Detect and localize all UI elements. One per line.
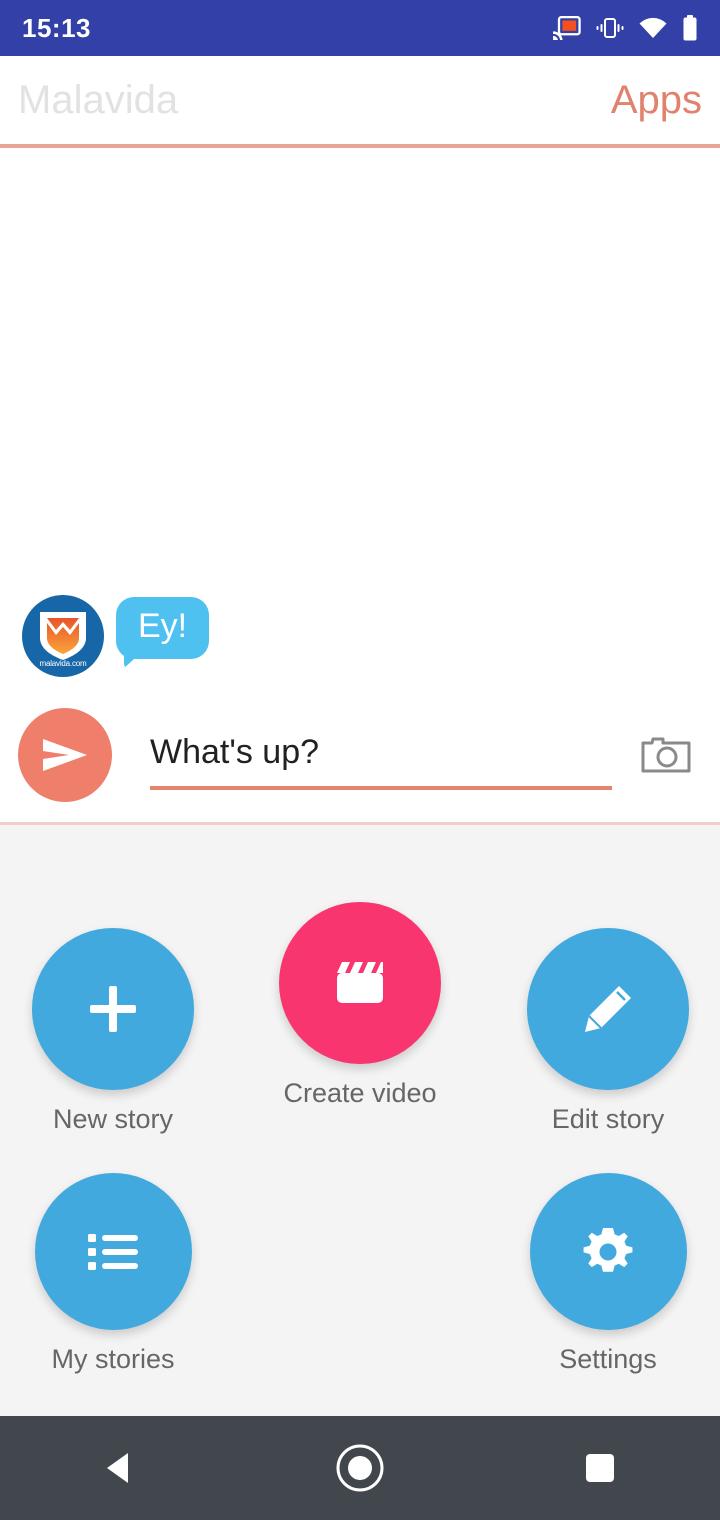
new-story-label: New story bbox=[52, 1104, 174, 1134]
status-icon-group bbox=[553, 15, 698, 41]
send-icon bbox=[43, 739, 87, 771]
avatar-caption: malavida.com bbox=[39, 659, 87, 668]
new-story-button[interactable] bbox=[32, 928, 194, 1090]
apps-button[interactable]: Apps bbox=[611, 78, 702, 123]
input-underline bbox=[150, 786, 612, 790]
recents-button[interactable] bbox=[530, 1416, 670, 1520]
malavida-shield-icon bbox=[40, 612, 86, 660]
my-stories-button[interactable] bbox=[34, 1173, 192, 1330]
app-bar: Malavida Apps bbox=[0, 56, 720, 144]
back-button[interactable] bbox=[50, 1416, 190, 1520]
settings-button[interactable] bbox=[529, 1173, 687, 1330]
edit-story-label: Edit story bbox=[551, 1104, 665, 1134]
android-navigation-bar bbox=[0, 1416, 720, 1520]
malavida-logo-avatar: malavida.com bbox=[22, 595, 104, 677]
message-input[interactable] bbox=[150, 720, 620, 790]
status-time: 15:13 bbox=[22, 12, 91, 43]
camera-button[interactable] bbox=[636, 725, 696, 785]
edit-story-button[interactable] bbox=[527, 928, 689, 1090]
page-title: Malavida bbox=[18, 77, 179, 122]
chat-message-row: malavida.com Ey! bbox=[22, 595, 210, 677]
settings-label: Settings bbox=[559, 1344, 657, 1374]
circle-icon bbox=[336, 1444, 384, 1492]
wifi-icon bbox=[639, 17, 667, 39]
camera-icon bbox=[641, 737, 691, 773]
gear-icon bbox=[583, 1227, 633, 1272]
status-bar: 15:13 bbox=[0, 0, 720, 56]
settings-action[interactable]: Settings bbox=[495, 1173, 720, 1375]
my-stories-action[interactable]: My stories bbox=[0, 1173, 226, 1375]
vibrate-icon bbox=[596, 16, 624, 40]
cast-icon bbox=[553, 16, 581, 40]
create-video-label: Create video bbox=[283, 1078, 437, 1108]
actions-panel: New story Create video Edit story My sto… bbox=[0, 825, 720, 1416]
edit-story-action[interactable]: Edit story bbox=[495, 928, 720, 1135]
clapperboard-icon bbox=[337, 962, 383, 1003]
triangle-left-icon bbox=[107, 1453, 128, 1483]
create-video-button[interactable] bbox=[279, 902, 441, 1064]
phone-screen: 15:13 Malavida Apps malavida.com Ey! Wha… bbox=[0, 0, 720, 1520]
list-icon bbox=[88, 1233, 138, 1270]
chat-bubble: Ey! bbox=[116, 597, 210, 668]
send-button[interactable] bbox=[18, 708, 112, 802]
new-story-action[interactable]: New story bbox=[0, 928, 226, 1135]
my-stories-label: My stories bbox=[51, 1344, 175, 1374]
create-video-action[interactable]: Create video bbox=[247, 902, 473, 1109]
home-button[interactable] bbox=[290, 1416, 430, 1520]
plus-icon bbox=[90, 986, 136, 1032]
battery-icon bbox=[682, 15, 698, 41]
message-composer bbox=[0, 708, 720, 802]
pencil-icon bbox=[585, 986, 631, 1032]
message-input-wrapper bbox=[150, 720, 620, 790]
square-icon bbox=[586, 1454, 614, 1482]
